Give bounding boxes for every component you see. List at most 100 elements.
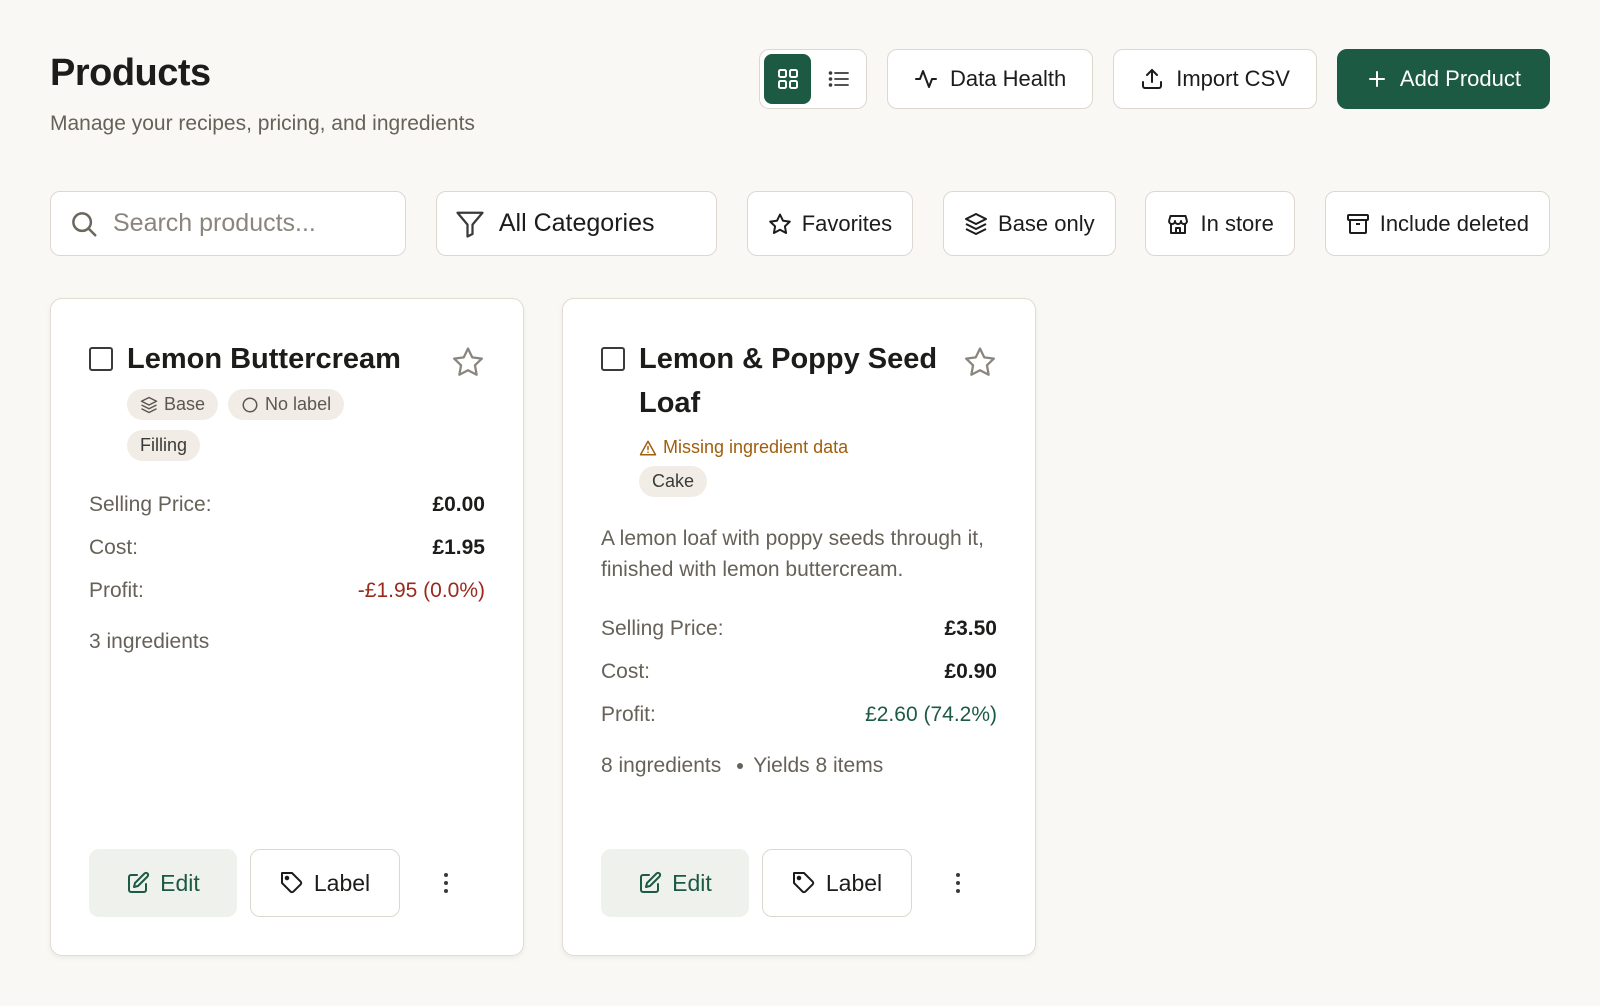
search-input[interactable]	[113, 209, 373, 238]
selling-price-value: £0.00	[432, 493, 485, 516]
selling-price-row: Selling Price: £0.00	[89, 483, 485, 526]
separator-dot	[737, 763, 744, 769]
search-icon	[72, 211, 97, 236]
favorite-star-icon[interactable]	[963, 345, 997, 379]
profit-label: Profit:	[89, 579, 144, 602]
more-vertical-icon	[956, 873, 960, 893]
ingredient-info: 3 ingredients	[89, 630, 485, 654]
product-name: Lemon Buttercream	[127, 343, 401, 375]
base-only-filter-label: Base only	[998, 210, 1095, 236]
star-icon	[768, 213, 791, 234]
label-button[interactable]: Label	[250, 849, 400, 917]
warning-text: Missing ingredient data	[663, 437, 849, 457]
import-csv-label: Import CSV	[1176, 66, 1290, 91]
base-only-filter[interactable]: Base only	[943, 191, 1116, 256]
cost-value: £0.90	[944, 660, 997, 683]
include-deleted-filter[interactable]: Include deleted	[1324, 191, 1550, 256]
in-store-filter-label: In store	[1200, 210, 1274, 236]
category-tag: Cake	[639, 466, 708, 497]
list-view-button[interactable]	[815, 54, 862, 104]
edit-button[interactable]: Edit	[601, 849, 749, 917]
tag-list: Cake	[639, 466, 909, 497]
more-vertical-icon	[444, 873, 448, 893]
base-tag: Base	[127, 389, 219, 420]
tag-icon	[792, 872, 815, 894]
import-csv-button[interactable]: Import CSV	[1113, 49, 1317, 109]
ingredient-count: 3 ingredients	[89, 630, 210, 653]
filter-bar: All Categories Favorites Base only In st…	[50, 191, 1550, 256]
grid-view-button[interactable]	[764, 54, 812, 104]
category-select[interactable]: All Categories	[435, 191, 717, 256]
grid-icon	[777, 69, 798, 89]
label-button-label: Label	[825, 869, 883, 896]
profit-value: -£1.95 (0.0%)	[357, 579, 485, 602]
select-checkbox[interactable]	[601, 347, 625, 371]
search-box	[50, 191, 406, 256]
label-button-label: Label	[313, 869, 371, 896]
category-tag: Filling	[127, 430, 201, 461]
selling-price-label: Selling Price:	[601, 617, 724, 640]
circle-icon	[242, 397, 258, 412]
cost-row: Cost: £0.90	[601, 650, 997, 693]
yield-count: Yields 8 items	[753, 754, 884, 777]
card-actions: Edit Label	[601, 849, 997, 917]
layers-icon	[965, 212, 988, 235]
layers-icon	[140, 396, 158, 413]
selling-price-row: Selling Price: £3.50	[601, 607, 997, 650]
product-card[interactable]: Lemon & Poppy Seed Loaf Missing ingredie…	[562, 298, 1036, 956]
favorite-star-icon[interactable]	[451, 345, 485, 379]
selling-price-value: £3.50	[944, 617, 997, 640]
profit-row: Profit: £2.60 (74.2%)	[601, 693, 997, 736]
more-options-button[interactable]	[938, 863, 978, 903]
label-button[interactable]: Label	[762, 849, 912, 917]
edit-button[interactable]: Edit	[89, 849, 237, 917]
tag-label: No label	[265, 394, 332, 414]
ingredient-count: 8 ingredients	[601, 754, 722, 777]
selling-price-label: Selling Price:	[89, 493, 212, 516]
page-title: Products	[50, 52, 211, 94]
plus-icon	[1368, 71, 1385, 87]
page-subtitle: Manage your recipes, pricing, and ingred…	[50, 112, 475, 135]
archive-icon	[1346, 213, 1369, 234]
select-checkbox[interactable]	[89, 347, 113, 371]
header-actions: Data Health Import CSV Add Product	[759, 49, 1550, 109]
ingredient-info: 8 ingredients Yields 8 items	[601, 754, 997, 778]
cost-label: Cost:	[601, 660, 651, 683]
data-health-label: Data Health	[950, 66, 1067, 91]
cost-label: Cost:	[89, 536, 139, 559]
upload-icon	[1142, 69, 1163, 89]
add-product-label: Add Product	[1399, 66, 1521, 91]
data-health-button[interactable]: Data Health	[887, 49, 1094, 109]
store-icon	[1168, 214, 1189, 234]
profit-row: Profit: -£1.95 (0.0%)	[89, 569, 485, 612]
tag-icon	[280, 872, 303, 894]
pricing-metrics: Selling Price: £3.50 Cost: £0.90 Profit:…	[601, 607, 997, 736]
tag-label: Base	[164, 394, 206, 414]
include-deleted-filter-label: Include deleted	[1379, 210, 1529, 236]
favorites-filter[interactable]: Favorites	[746, 191, 914, 256]
no-label-tag: No label	[228, 389, 345, 420]
more-options-button[interactable]	[426, 863, 466, 903]
edit-label: Edit	[160, 869, 200, 896]
page-header: Products Manage your recipes, pricing, a…	[50, 50, 475, 136]
pricing-metrics: Selling Price: £0.00 Cost: £1.95 Profit:…	[89, 483, 485, 612]
tag-list: Base No label Filling	[127, 389, 397, 461]
filter-icon	[456, 211, 484, 238]
profit-value: £2.60 (74.2%)	[865, 703, 997, 726]
card-actions: Edit Label	[89, 849, 485, 917]
list-icon	[828, 71, 849, 87]
in-store-filter[interactable]: In store	[1145, 191, 1295, 256]
product-name: Lemon & Poppy Seed Loaf	[639, 343, 938, 419]
activity-icon	[915, 70, 938, 88]
edit-icon	[128, 871, 150, 893]
category-select-value: All Categories	[498, 209, 655, 237]
product-card[interactable]: Lemon Buttercream Base No label Filling	[50, 298, 524, 956]
cost-value: £1.95	[432, 536, 485, 559]
product-description: A lemon loaf with poppy seeds through it…	[601, 527, 984, 581]
edit-label: Edit	[672, 869, 712, 896]
warning-icon	[639, 440, 657, 455]
favorites-filter-label: Favorites	[801, 210, 893, 236]
add-product-button[interactable]: Add Product	[1336, 49, 1550, 109]
view-toggle	[759, 49, 868, 109]
cost-row: Cost: £1.95	[89, 526, 485, 569]
